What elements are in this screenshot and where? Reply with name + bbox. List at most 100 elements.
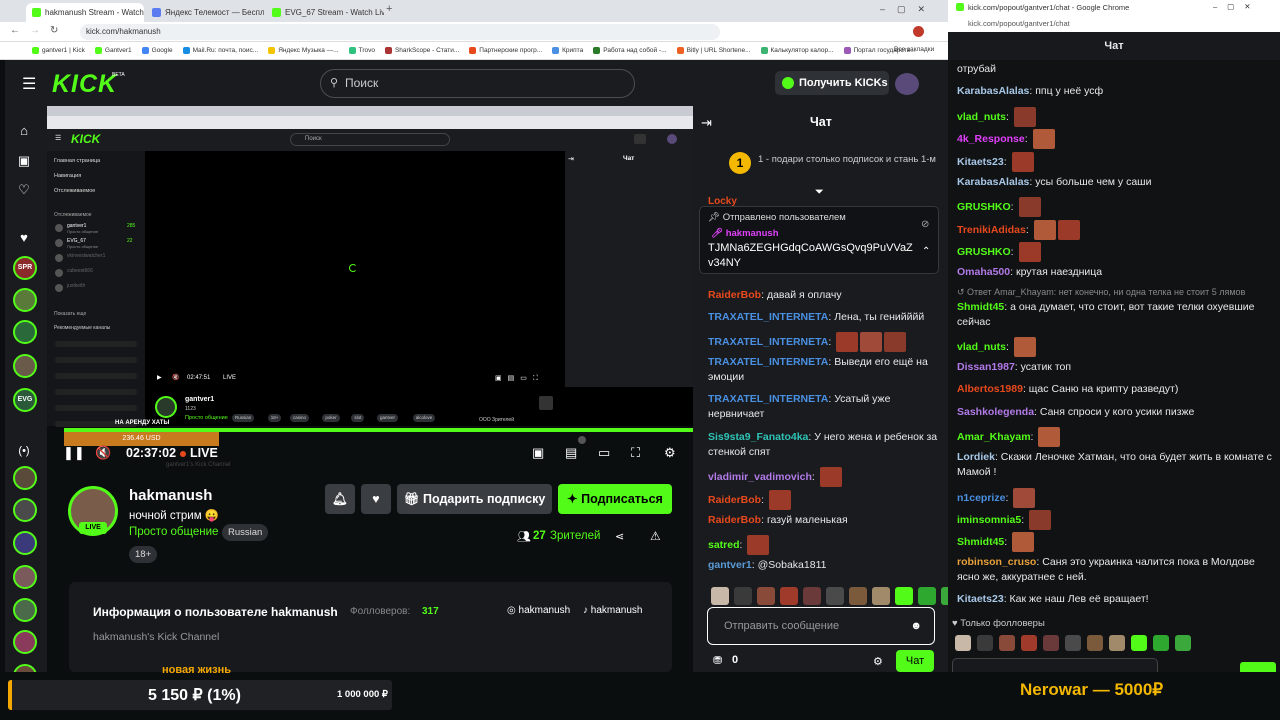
chat-username[interactable]: Shmidt45 [957,536,1004,548]
bookmark[interactable]: Партнерские прогр... [469,47,542,54]
theater-icon[interactable]: ▭ [598,445,610,461]
chat-username[interactable]: KarabasAlalas [957,85,1029,97]
chat-username[interactable]: satred [708,539,740,551]
chat-username[interactable]: TrenikiAdidas [957,224,1026,236]
emote-picker-icon[interactable] [955,635,971,651]
chat-username[interactable]: vlad_nuts [957,341,1006,353]
chat-filter-icon[interactable]: ⏷ [815,186,824,199]
progress-handle[interactable] [578,436,586,444]
chat-username[interactable]: Sashkolegenda [957,406,1034,418]
report-icon[interactable]: ⚠ [650,529,661,543]
emote-picker-icon[interactable] [734,587,752,605]
emote-picker-icon[interactable] [1153,635,1169,651]
new-tab-button[interactable]: + [386,3,392,15]
popout-message-input[interactable] [952,658,1158,672]
gift-sub-button[interactable]: 🎁︎ Подарить подписку [397,484,552,514]
live-broadcast-icon[interactable]: (•) [15,442,33,460]
emote-picker-icon[interactable] [826,587,844,605]
bookmark[interactable]: Работа над собой -... [593,47,667,54]
chat-username[interactable]: vlad_nuts [957,111,1006,123]
followed-channel-avatar[interactable] [13,320,37,344]
chat-settings-icon[interactable]: ⚙ [873,655,883,668]
emote-picker-icon[interactable] [1131,635,1147,651]
chat-username[interactable]: robinson_cruso [957,556,1036,568]
chat-username[interactable]: Kitaets23 [957,593,1004,605]
stream-category[interactable]: Просто общение [129,526,218,538]
bookmark[interactable]: gantver1 | Kick [32,47,85,54]
pause-icon[interactable]: ❚❚ [63,445,85,461]
bookmark[interactable]: Bitly | URL Shortene... [676,47,751,54]
instagram-link[interactable]: ◎ hakmanush [507,605,570,616]
chat-username[interactable]: GRUSHKO [957,246,1011,258]
emote-picker-icon[interactable] [1021,635,1037,651]
emote-picker-icon[interactable] [711,587,729,605]
clip-icon[interactable]: ▤ [565,445,577,461]
follow-button[interactable]: ♥ [361,484,391,514]
chat-username[interactable]: Lordiek [957,451,995,463]
emote-picker-icon[interactable] [757,587,775,605]
emote-picker-icon[interactable] [872,587,890,605]
popout-send-button[interactable] [1240,662,1276,672]
emoji-icon[interactable]: ☻ [910,608,922,644]
get-kicks-button[interactable]: Получить KICKs [775,71,889,95]
chat-username[interactable]: Shmidt45 [957,301,1004,313]
bookmark[interactable]: Google [141,47,173,54]
url-field[interactable]: kick.com/hakmanush [80,24,720,40]
chat-username[interactable]: gantver1 [708,559,752,571]
chat-username[interactable]: RaiderBob [708,494,761,506]
pip-icon[interactable]: ▣ [532,445,544,461]
chat-username[interactable]: TRAXATEL_INTERNETA [708,356,828,368]
chat-username[interactable]: TRAXATEL_INTERNETA [708,393,828,405]
emote-picker-icon[interactable] [918,587,936,605]
back-icon[interactable]: ← [10,25,20,36]
collapse-chat-icon[interactable]: ⇥ [701,115,712,131]
bookmark[interactable]: Mail.Ru: почта, поис... [182,47,258,54]
fullscreen-icon[interactable]: ⛶ [631,445,640,461]
tab-telemost[interactable]: Яндекс Телемост — Беспл... [146,3,264,22]
kick-logo[interactable]: KICK [52,70,117,99]
menu-icon[interactable]: ☰ [22,74,36,94]
following-icon[interactable]: ♡ [15,181,33,199]
chat-username[interactable]: Sis9sta9_Fanato4ka [708,431,808,443]
chat-username[interactable]: n1ceprize [957,492,1005,504]
followed-channel-avatar[interactable] [13,288,37,312]
emote-picker-icon[interactable] [803,587,821,605]
chat-username[interactable]: Albertos1989 [957,383,1023,395]
subscribe-button[interactable]: ✦ Подписаться [558,484,672,514]
emote-picker-icon[interactable] [977,635,993,651]
forward-icon[interactable]: → [30,25,40,36]
chat-username[interactable]: KarabasAlalas [957,176,1029,188]
followed-channel-avatar[interactable] [13,498,37,522]
emote-picker-icon[interactable] [895,587,913,605]
chat-username[interactable]: Dissan1987 [957,361,1015,373]
bookmark[interactable]: Крипта [552,47,583,54]
share-icon[interactable]: ⋖ [615,530,624,543]
search-input[interactable]: ⚲ Поиск [320,69,635,98]
bookmark[interactable]: Яндекс Музыка —... [268,47,339,54]
send-button[interactable]: Чат [896,650,934,672]
profile-avatar[interactable] [913,26,924,37]
followed-channel-avatar[interactable] [13,354,37,378]
language-tag[interactable]: Russian [222,524,269,541]
mute-icon[interactable]: 🔇 [95,445,111,461]
tab-hakmanush[interactable]: hakmanush Stream - Watch Li... [26,3,144,22]
unpin-icon[interactable]: ⊘ [921,219,929,230]
window-controls[interactable]: –▢✕ [880,4,937,15]
emote-picker-icon[interactable] [1109,635,1125,651]
chat-username[interactable]: iminsomnia5 [957,514,1021,526]
emote-picker-icon[interactable] [849,587,867,605]
emote-picker-icon[interactable] [1043,635,1059,651]
bookmark[interactable]: Калькулятор калор... [760,47,834,54]
chat-username[interactable]: Amar_Khayam [957,431,1031,443]
followed-channel-avatar[interactable] [13,531,37,555]
home-icon[interactable]: ⌂ [15,122,33,140]
message-input[interactable]: Отправить сообщение ☻ [707,607,935,645]
bookmark[interactable]: SharkScope - Стати... [384,47,459,54]
age-tag[interactable]: 18+ [129,546,158,563]
chat-username[interactable]: Kitaets23 [957,156,1004,168]
chat-username[interactable]: RaiderBob [708,289,761,301]
followed-channel-avatar[interactable]: EVG [13,388,37,412]
followed-channel-avatar[interactable] [13,630,37,654]
bookmark[interactable]: Gantver1 [94,47,132,54]
notify-button[interactable]: 🔔︎ [325,484,355,514]
